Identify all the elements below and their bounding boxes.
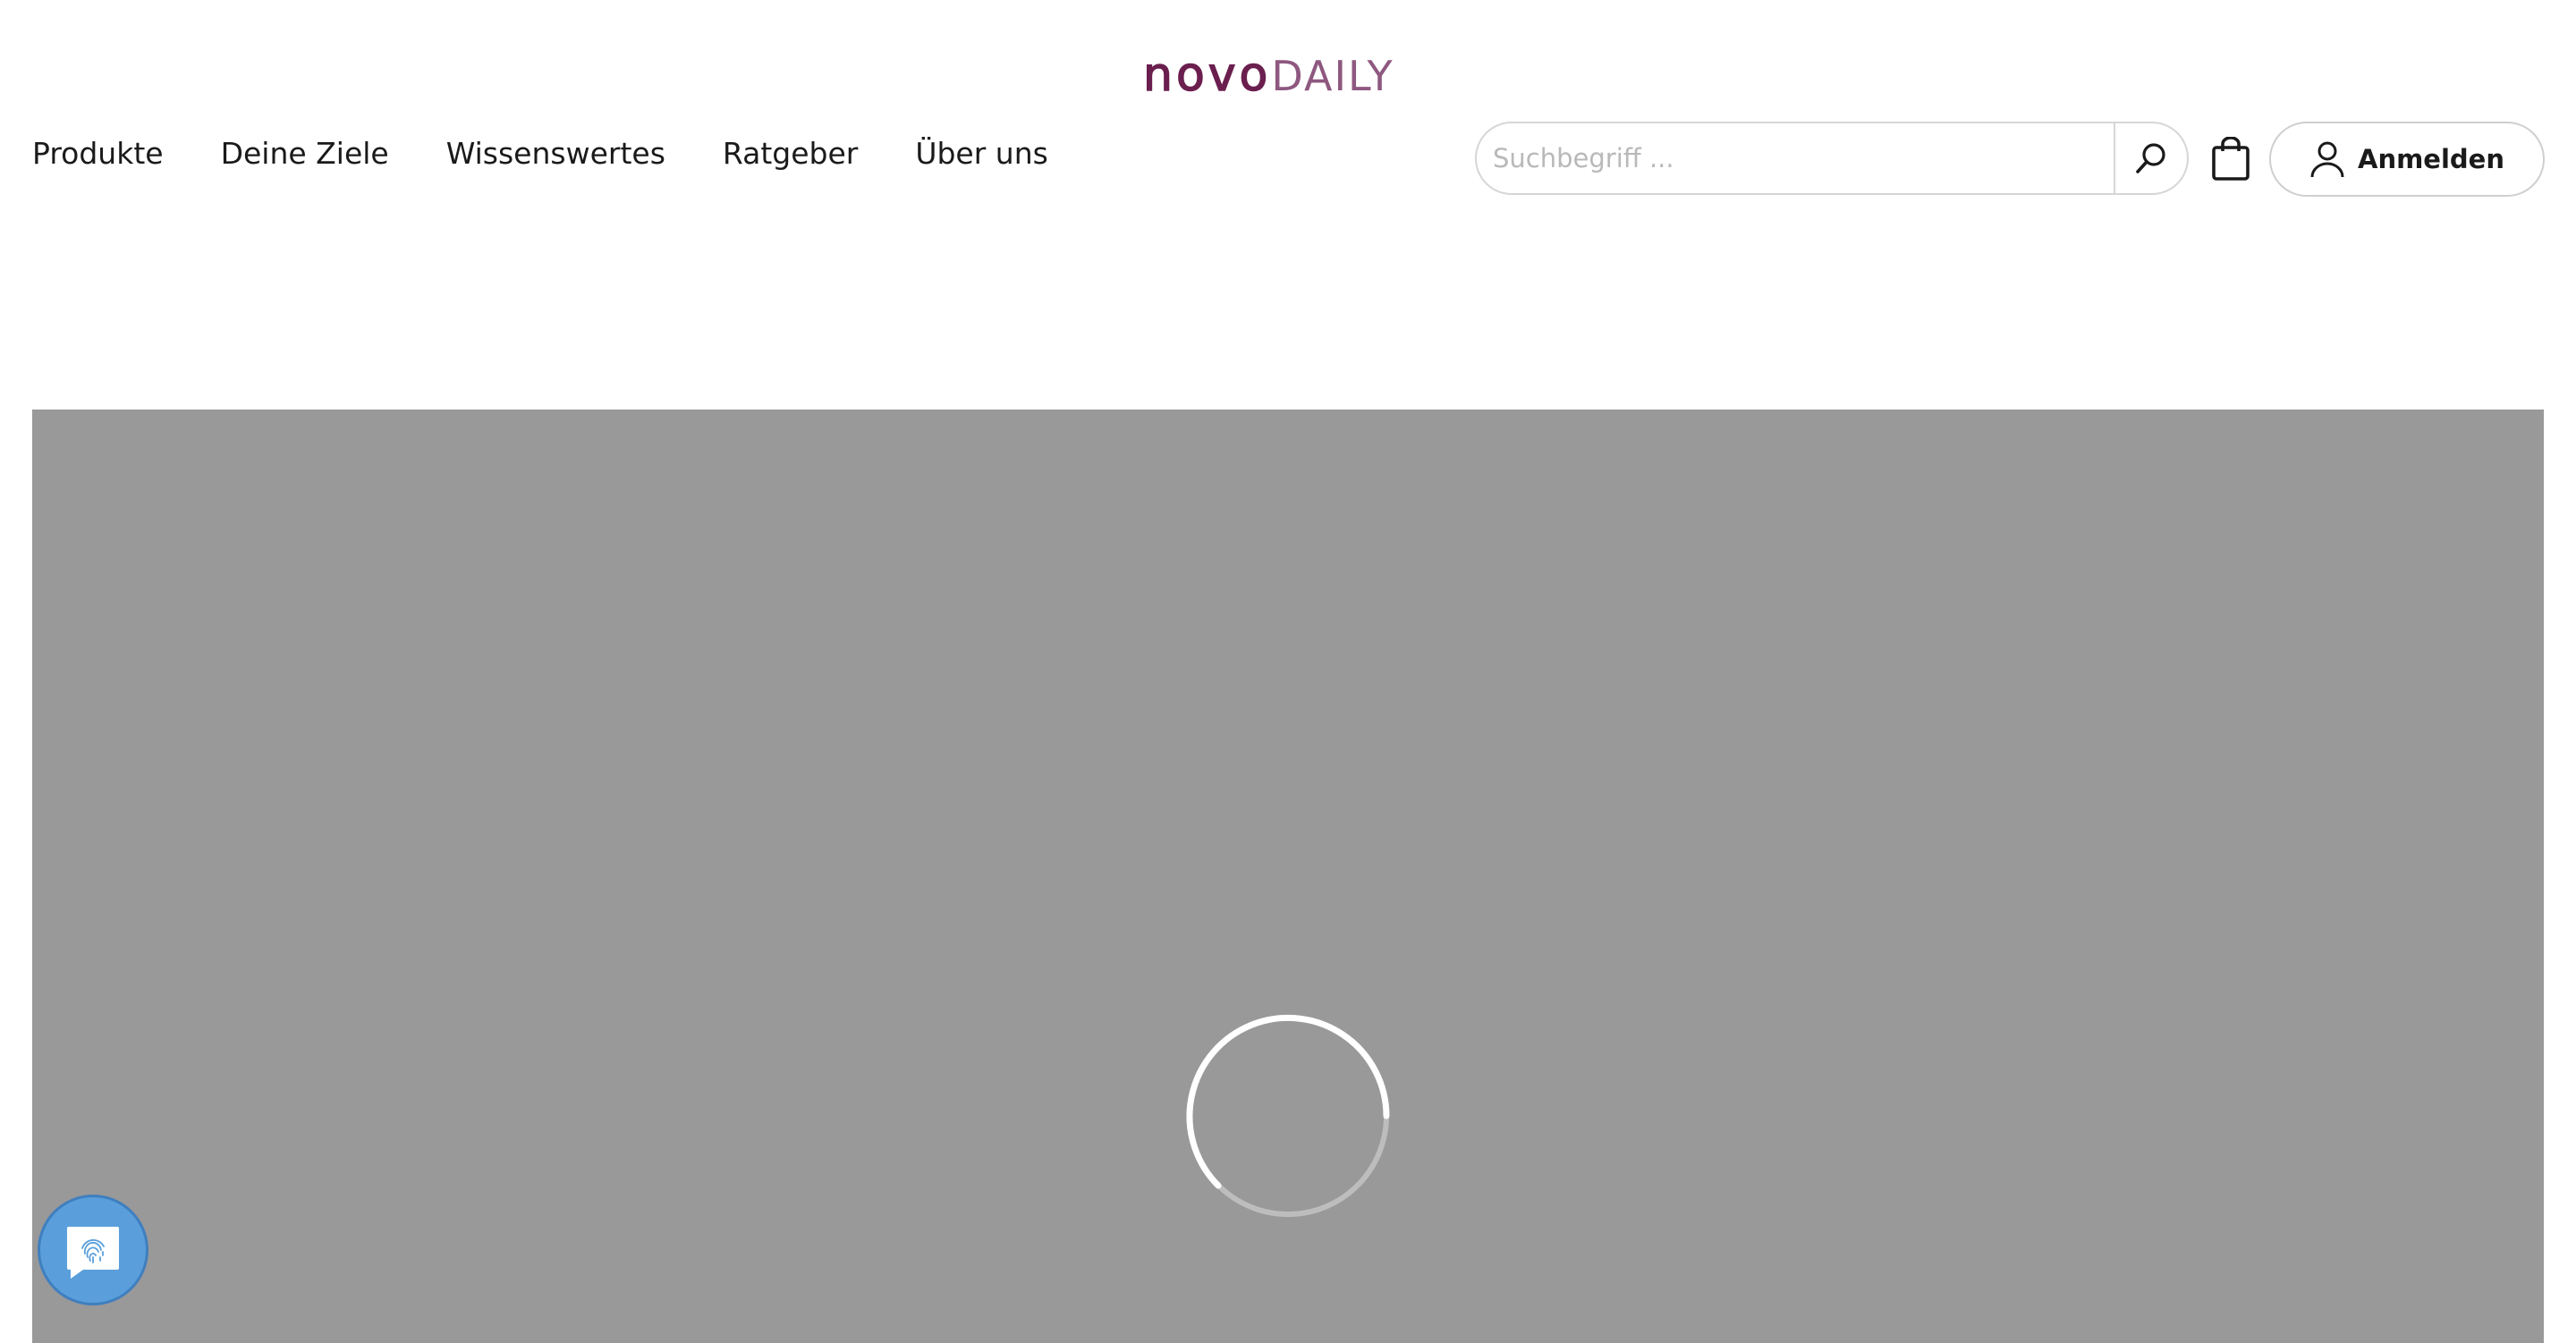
search-icon	[2136, 143, 2165, 173]
login-button[interactable]: Anmelden	[2269, 122, 2545, 197]
fingerprint-chat-icon	[67, 1227, 119, 1279]
login-label: Anmelden	[2358, 144, 2504, 174]
shopping-bag-icon	[2212, 137, 2250, 181]
nav-item-ueber-uns[interactable]: Über uns	[915, 136, 1047, 171]
loading-spinner-icon	[1186, 1014, 1390, 1217]
chat-widget-button[interactable]	[38, 1195, 148, 1305]
nav-item-ratgeber[interactable]: Ratgeber	[723, 136, 858, 171]
cart-button[interactable]	[2207, 134, 2254, 184]
nav-item-wissenswertes[interactable]: Wissenswertes	[446, 136, 665, 171]
search-input[interactable]	[1477, 123, 2114, 193]
user-icon	[2310, 141, 2344, 178]
search-button[interactable]	[2114, 123, 2187, 193]
brand-logo[interactable]: novo DAILY	[1142, 48, 1394, 102]
nav-item-produkte[interactable]: Produkte	[32, 136, 164, 171]
nav-item-deine-ziele[interactable]: Deine Ziele	[221, 136, 389, 171]
main-navigation: Produkte Deine Ziele Wissenswertes Ratge…	[32, 136, 1106, 171]
logo-text-daily: DAILY	[1271, 52, 1394, 100]
search-bar	[1475, 122, 2189, 195]
logo-text-novo: novo	[1142, 48, 1272, 102]
